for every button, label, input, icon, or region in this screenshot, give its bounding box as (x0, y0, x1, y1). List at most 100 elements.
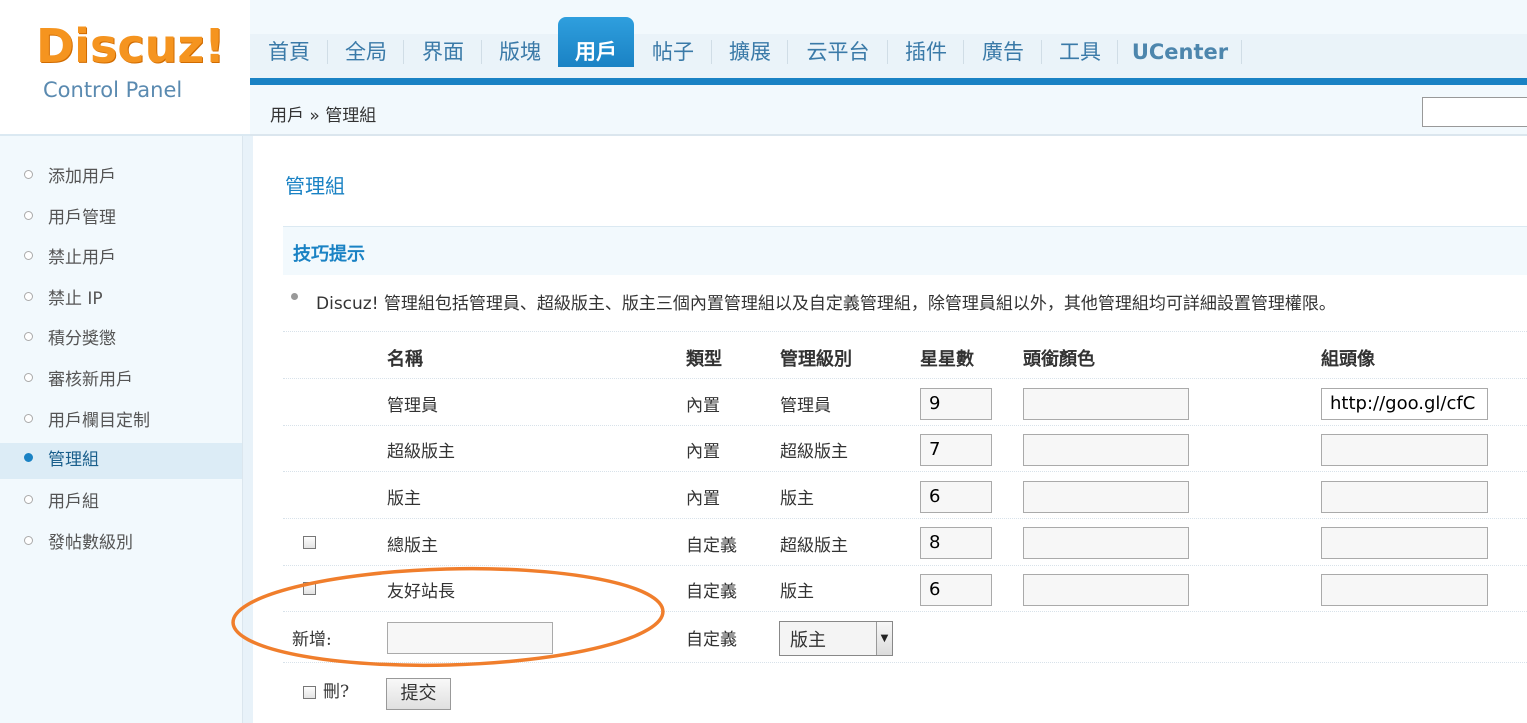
nav-tab-ucenter[interactable]: UCenter (1118, 34, 1242, 78)
sidebar-item-admin-groups[interactable]: 管理組 (0, 443, 242, 479)
sidebar-item-user-fields[interactable]: 用戶欄目定制 (0, 404, 242, 440)
avatar-input[interactable] (1321, 574, 1488, 606)
stars-input[interactable]: 6 (920, 481, 992, 513)
breadcrumb-bar (250, 85, 1527, 136)
bullet-icon (24, 414, 33, 423)
bullet-icon (291, 293, 298, 300)
header-search-input[interactable] (1422, 97, 1527, 127)
sidebar-item-moderate-new-users[interactable]: 審核新用戶 (0, 363, 242, 399)
nav-tab-forums[interactable]: 版塊 (482, 34, 558, 78)
sidebar-item-user-groups[interactable]: 用戶組 (0, 485, 242, 521)
group-name: 總版主 (387, 536, 438, 556)
group-level: 版主 (780, 489, 814, 509)
group-level: 版主 (780, 582, 814, 602)
bullet-icon (24, 495, 33, 504)
column-header-type: 類型 (686, 349, 722, 370)
row-divider (283, 471, 1527, 472)
tips-title: 技巧提示 (293, 244, 365, 265)
bullet-icon (24, 332, 33, 341)
nav-tab-interface[interactable]: 界面 (404, 34, 482, 78)
new-group-label: 新增: (292, 630, 332, 650)
nav-tab-tools[interactable]: 工具 (1042, 34, 1118, 78)
row-divider (283, 662, 1527, 663)
group-type: 內置 (686, 396, 720, 416)
nav-underline (250, 78, 1527, 85)
top-nav: 首頁 全局 界面 版塊 用戶 帖子 擴展 云平台 插件 廣告 工具 UCente… (250, 17, 1242, 78)
column-header-avatar: 組頭像 (1321, 349, 1375, 370)
column-header-level: 管理級別 (780, 349, 852, 370)
submit-button[interactable]: 提交 (386, 678, 451, 710)
group-level: 超級版主 (780, 442, 848, 462)
sidebar-item-add-user[interactable]: 添加用戶 (0, 160, 242, 196)
title-color-input[interactable] (1023, 434, 1189, 466)
delete-label: 刪? (323, 682, 350, 702)
row-divider (283, 378, 1527, 379)
delete-checkbox[interactable] (303, 582, 316, 595)
new-group-type: 自定義 (686, 630, 737, 650)
group-level: 管理員 (780, 396, 831, 416)
title-color-input[interactable] (1023, 527, 1189, 559)
sidebar-item-user-management[interactable]: 用戶管理 (0, 201, 242, 237)
row-divider (283, 565, 1527, 566)
nav-tab-extensions[interactable]: 擴展 (712, 34, 788, 78)
new-group-level-value: 版主 (790, 630, 826, 651)
nav-tab-cloud[interactable]: 云平台 (788, 34, 888, 78)
stars-input[interactable]: 9 (920, 388, 992, 420)
column-header-name: 名稱 (387, 349, 423, 370)
stars-input[interactable]: 6 (920, 574, 992, 606)
group-type: 內置 (686, 489, 720, 509)
group-type: 自定義 (686, 582, 737, 602)
sidebar-item-ban-user[interactable]: 禁止用戶 (0, 241, 242, 277)
column-header-title-color: 頭銜顏色 (1023, 349, 1095, 370)
group-name: 友好站長 (387, 582, 455, 602)
avatar-input[interactable] (1321, 527, 1488, 559)
tips-header (283, 226, 1527, 275)
sidebar-item-ban-ip[interactable]: 禁止 IP (0, 282, 242, 318)
group-name: 管理員 (387, 396, 438, 416)
avatar-input[interactable]: http://goo.gl/cfC (1321, 388, 1488, 420)
bullet-icon (24, 170, 33, 179)
stars-input[interactable]: 7 (920, 434, 992, 466)
title-color-input[interactable] (1023, 388, 1189, 420)
row-divider (283, 518, 1527, 519)
bullet-icon (24, 292, 33, 301)
sidebar: 添加用戶 用戶管理 禁止用戶 禁止 IP 積分獎懲 審核新用戶 用戶欄目定制 管… (0, 136, 242, 723)
delete-checkbox[interactable] (303, 536, 316, 549)
bullet-icon (24, 453, 33, 462)
group-name: 超級版主 (387, 442, 455, 462)
group-name: 版主 (387, 489, 421, 509)
avatar-input[interactable] (1321, 434, 1488, 466)
nav-tab-ads[interactable]: 廣告 (964, 34, 1042, 78)
logo[interactable]: Discuz! Control Panel (0, 0, 250, 134)
row-divider (283, 331, 1527, 332)
row-divider (283, 425, 1527, 426)
nav-tab-users[interactable]: 用戶 (558, 17, 634, 67)
breadcrumb: 用戶 » 管理組 (270, 106, 377, 126)
bullet-icon (24, 251, 33, 260)
group-type: 自定義 (686, 536, 737, 556)
nav-tab-global[interactable]: 全局 (328, 34, 404, 78)
nav-tab-posts[interactable]: 帖子 (634, 34, 712, 78)
delete-all-checkbox[interactable] (303, 686, 316, 699)
title-color-input[interactable] (1023, 481, 1189, 513)
sidebar-item-post-levels[interactable]: 發帖數級別 (0, 526, 242, 562)
page-title: 管理組 (285, 174, 345, 198)
logo-title: Discuz! (36, 19, 226, 73)
row-divider (283, 611, 1527, 612)
bullet-icon (24, 536, 33, 545)
avatar-input[interactable] (1321, 481, 1488, 513)
nav-tab-home[interactable]: 首頁 (250, 34, 328, 78)
group-level: 超級版主 (780, 536, 848, 556)
bullet-icon (24, 211, 33, 220)
title-color-input[interactable] (1023, 574, 1189, 606)
column-header-stars: 星星數 (920, 349, 974, 370)
new-group-name-input[interactable] (387, 622, 553, 654)
logo-subtitle: Control Panel (43, 78, 183, 102)
tip-text: Discuz! 管理組包括管理員、超級版主、版主三個內置管理組以及自定義管理組，… (316, 294, 1336, 314)
group-type: 內置 (686, 442, 720, 462)
nav-tab-plugins[interactable]: 插件 (888, 34, 964, 78)
chevron-down-icon[interactable]: ▼ (876, 622, 892, 655)
bullet-icon (24, 373, 33, 382)
sidebar-item-credits[interactable]: 積分獎懲 (0, 322, 242, 358)
stars-input[interactable]: 8 (920, 527, 992, 559)
